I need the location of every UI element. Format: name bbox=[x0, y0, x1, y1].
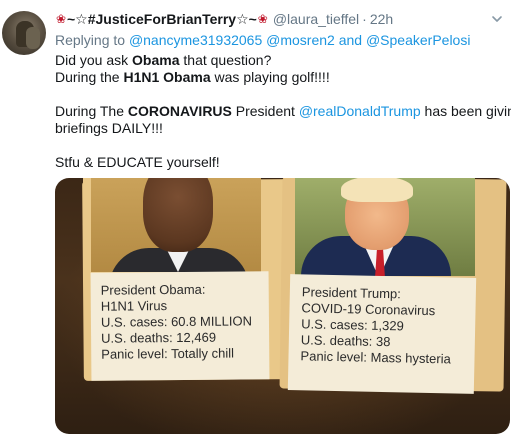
tweet: ❀ ~☆#JusticeForBrianTerry☆~ ❀ @laura_tie… bbox=[0, 0, 511, 437]
timestamp[interactable]: 22h bbox=[370, 11, 393, 27]
tweet-header: ❀ ~☆#JusticeForBrianTerry☆~ ❀ @laura_tie… bbox=[55, 10, 393, 28]
separator-dot: · bbox=[362, 11, 367, 27]
mention-and[interactable]: and bbox=[339, 32, 362, 48]
card-title: President Obama: bbox=[100, 281, 206, 298]
tweet-line: During the H1N1 Obama was playing golf!!… bbox=[55, 69, 330, 85]
tweet-line: During The CORONAVIRUS President @realDo… bbox=[55, 103, 511, 119]
rose-icon: ❀ bbox=[55, 12, 67, 26]
trump-photo bbox=[295, 178, 475, 276]
tweet-line: Stfu & EDUCATE yourself! bbox=[55, 154, 220, 170]
mention-link[interactable]: @nancyme31932065 bbox=[129, 32, 262, 48]
card-panic: Panic level: Mass hysteria bbox=[300, 348, 451, 367]
user-handle[interactable]: @laura_tieffel bbox=[273, 11, 359, 27]
tweet-line: Did you ask Obama that question? bbox=[55, 52, 272, 68]
card-cases: U.S. cases: 60.8 MILLION bbox=[100, 313, 253, 330]
hair bbox=[341, 178, 413, 202]
tweet-text: Did you ask Obama that question? During … bbox=[55, 52, 511, 171]
tweet-line: briefings DAILY!!! bbox=[55, 120, 163, 136]
tweet-media-image[interactable]: President Obama: H1N1 Virus U.S. cases: … bbox=[55, 178, 510, 434]
card-virus: H1N1 Virus bbox=[100, 298, 168, 314]
avatar[interactable] bbox=[2, 11, 46, 55]
obama-photo bbox=[91, 178, 261, 272]
mention-link[interactable]: @mosren2 bbox=[266, 32, 335, 48]
replying-prefix: Replying to bbox=[55, 32, 126, 48]
rose-icon: ❀ bbox=[257, 12, 268, 26]
card-panic: Panic level: Totally chill bbox=[101, 345, 235, 362]
mention-link[interactable]: @realDonaldTrump bbox=[299, 103, 421, 119]
chevron-down-icon[interactable] bbox=[490, 12, 504, 26]
mention-link[interactable]: @SpeakerPelosi bbox=[366, 32, 471, 48]
avatar-figure-secondary bbox=[26, 27, 40, 49]
card-deaths: U.S. deaths: 12,469 bbox=[101, 329, 217, 346]
obama-info-card: President Obama: H1N1 Virus U.S. cases: … bbox=[90, 271, 270, 381]
display-name[interactable]: ~☆#JusticeForBrianTerry☆~ bbox=[67, 11, 257, 28]
trump-info-card: President Trump: COVID-19 Coronavirus U.… bbox=[287, 274, 477, 394]
face bbox=[143, 178, 213, 252]
replying-to: Replying to @nancyme31932065 @mosren2 an… bbox=[55, 32, 470, 48]
